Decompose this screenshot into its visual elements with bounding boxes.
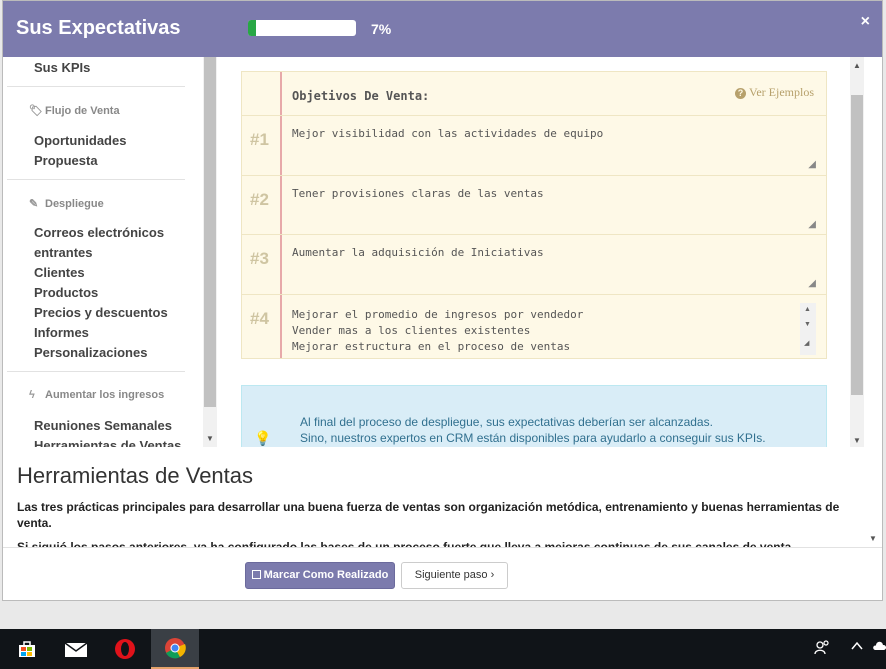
progress-bar (248, 20, 356, 36)
sidebar-divider (7, 371, 185, 372)
sidebar-item-personalizaciones[interactable]: Personalizaciones (34, 345, 147, 360)
objective-row: #3 Aumentar la adquisición de Iniciativa… (242, 234, 826, 293)
sidebar-item-herramientas[interactable]: Herramientas de Ventas (34, 438, 181, 447)
objective-row: #1 Mejor visibilidad con las actividades… (242, 115, 826, 174)
step-description: Herramientas de Ventas Las tres práctica… (3, 447, 870, 547)
objective-row: #2 Tener provisiones claras de las venta… (242, 175, 826, 234)
people-icon[interactable] (814, 639, 830, 658)
objective-row: #4 Mejorar el promedio de ingresos por v… (242, 294, 826, 360)
scroll-down-icon[interactable]: ▼ (206, 434, 214, 443)
sidebar-item-precios[interactable]: Precios y descuentos (34, 305, 168, 320)
sidebar-divider (7, 179, 185, 180)
store-icon[interactable] (3, 629, 51, 669)
dialog-header: Sus Expectativas 7% × (3, 1, 882, 57)
resize-grip-icon[interactable]: ◢ (808, 159, 816, 170)
cloud-icon[interactable] (872, 639, 886, 656)
sidebar-item-kpis[interactable]: Sus KPIs (34, 60, 90, 75)
objective-textarea[interactable]: Mejor visibilidad con las actividades de… (292, 126, 820, 142)
opera-icon[interactable] (101, 629, 149, 669)
sidebar-item-productos[interactable]: Productos (34, 285, 98, 300)
sidebar-item-oportunidades[interactable]: Oportunidades (34, 133, 126, 148)
objective-number: #2 (250, 190, 269, 209)
tag-icon: 🏷 (29, 105, 43, 117)
description-paragraph: Las tres prácticas principales para desa… (17, 500, 840, 530)
objective-textarea[interactable]: Aumentar la adquisición de Iniciativas (292, 245, 820, 261)
question-icon: ? (735, 88, 746, 99)
scroll-up-icon[interactable]: ▲ (853, 61, 861, 70)
sidebar-item-reuniones[interactable]: Reuniones Semanales (34, 418, 172, 433)
checkbox-icon (251, 570, 261, 579)
examples-link[interactable]: ? Ver Ejemplos (735, 85, 814, 100)
resize-grip-icon[interactable]: ◢ (808, 219, 816, 230)
objective-textarea[interactable]: Tener provisiones claras de las ventas (292, 186, 820, 202)
objective-textarea[interactable]: Mejorar el promedio de ingresos por vend… (292, 307, 820, 355)
scroll-down-icon[interactable]: ▼ (869, 534, 877, 543)
scroll-down-icon[interactable]: ▼ (853, 436, 861, 445)
resize-grip-icon[interactable]: ◢ (804, 339, 809, 347)
main-scroll-thumb[interactable] (851, 95, 863, 395)
scroll-up-icon[interactable]: ▲ (804, 306, 811, 313)
textarea-scrollbar[interactable]: ▲ ▼ ◢ (800, 303, 816, 355)
progress-percent: 7% (371, 21, 392, 37)
sidebar-item-propuesta[interactable]: Propuesta (34, 153, 98, 168)
resize-grip-icon[interactable]: ◢ (808, 278, 816, 289)
tip-line-2: Sino, nuestros expertos en CRM están dis… (300, 431, 766, 445)
notepad-title: Objetivos De Venta: (292, 89, 430, 103)
lightbulb-icon: 💡 (254, 430, 272, 446)
sidebar-scrollbar[interactable]: ▼ (203, 57, 217, 447)
bolt-icon: ϟ (29, 389, 35, 401)
taskbar (0, 629, 886, 669)
mark-done-button[interactable]: Marcar Como Realizado (245, 562, 395, 589)
close-icon[interactable]: × (861, 13, 870, 31)
sidebar: Sus KPIs 🏷 Flujo de Venta Oportunidades P… (3, 57, 217, 447)
info-tip: Al final del proceso de despliegue, sus … (241, 385, 827, 447)
dialog-footer: Marcar Como Realizado Siguiente paso › (3, 547, 882, 600)
objective-number: #4 (250, 309, 269, 328)
description-scrollbar[interactable]: ▼ (866, 447, 880, 547)
sales-objectives-notepad: Objetivos De Venta: ? Ver Ejemplos #1 Mej… (241, 71, 827, 359)
description-paragraph: Si siguió los pasos anteriores, ya ha co… (17, 540, 795, 547)
main-scrollbar[interactable]: ▲ ▼ (850, 57, 864, 447)
scroll-down-icon[interactable]: ▼ (804, 321, 811, 328)
expectations-dialog: Sus Expectativas 7% × Sus KPIs 🏷 Flujo de… (2, 0, 883, 601)
sidebar-section-ingresos: ϟ Aumentar los ingresos (29, 389, 165, 401)
objective-number: #3 (250, 249, 269, 268)
chevron-up-icon[interactable] (850, 639, 864, 656)
sidebar-item-clientes[interactable]: Clientes (34, 265, 85, 280)
chrome-icon[interactable] (151, 629, 199, 669)
sidebar-scroll-thumb[interactable] (204, 57, 216, 407)
magic-wand-icon: ✎ (29, 198, 39, 210)
main-content: Objetivos De Venta: ? Ver Ejemplos #1 Mej… (217, 57, 871, 447)
sidebar-divider (7, 86, 185, 87)
sidebar-item-informes[interactable]: Informes (34, 325, 89, 340)
sidebar-item-correos[interactable]: Correos electrónicos (34, 225, 164, 240)
next-step-button[interactable]: Siguiente paso › (401, 562, 508, 589)
tip-line-1: Al final del proceso de despliegue, sus … (300, 415, 713, 429)
progress-fill (248, 20, 256, 36)
sidebar-item-correos-2[interactable]: entrantes (34, 245, 93, 260)
description-heading: Herramientas de Ventas (17, 463, 254, 488)
dialog-title: Sus Expectativas (16, 17, 181, 39)
objective-number: #1 (250, 130, 269, 149)
sidebar-section-despliegue: ✎ Despliegue (29, 198, 104, 210)
sidebar-section-flujo: 🏷 Flujo de Venta (29, 105, 120, 117)
mail-icon[interactable] (52, 629, 100, 669)
